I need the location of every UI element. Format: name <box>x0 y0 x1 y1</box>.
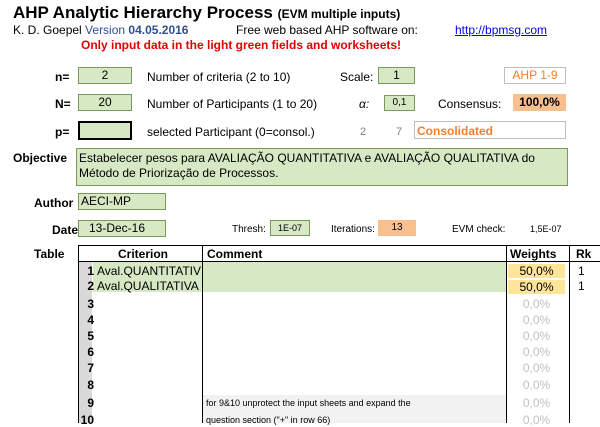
title-text: AHP Analytic Hierarchy Process <box>13 3 273 22</box>
row-number: 8 <box>87 378 94 392</box>
weight-cell: 0,0% <box>522 313 551 327</box>
row-number: 1 <box>87 264 94 278</box>
weight-cell: 0,0% <box>522 297 551 311</box>
weight-cell: 50,0% <box>508 280 565 294</box>
criterion-comment-divider <box>202 245 203 423</box>
rank-cell: 1 <box>578 264 585 278</box>
weight-cell: 0,0% <box>522 345 551 359</box>
row-number: 3 <box>87 297 94 311</box>
participant-number-1: 2 <box>360 126 367 138</box>
date-label: Date <box>52 223 79 237</box>
table-label: Table <box>34 247 65 261</box>
scale-name: AHP 1-9 <box>504 67 566 84</box>
weight-cell: 0,0% <box>522 361 551 375</box>
alpha-label: α: <box>359 97 370 111</box>
participant-number-2: 7 <box>396 126 403 138</box>
table-top-border <box>78 245 600 246</box>
warning-text: Only input data in the light green field… <box>81 38 402 52</box>
weight-cell: 0,0% <box>522 396 551 410</box>
author-version-line: K. D. Goepel Version 04.05.2016 <box>13 23 188 37</box>
comment-weights-divider <box>506 245 507 423</box>
author-label: Author <box>34 196 74 210</box>
p-label: p= <box>55 125 70 139</box>
thresh-label: Thresh: <box>232 224 266 235</box>
p-input[interactable] <box>78 121 132 140</box>
iterations-value: 13 <box>378 220 416 236</box>
author-credit: K. D. Goepel <box>13 23 82 37</box>
web-text: Free web based AHP software on: <box>236 23 418 37</box>
date-input[interactable]: 13-Dec-16 <box>78 220 166 237</box>
objective-input[interactable]: Estabelecer pesos para AVALIAÇÃO QUANTIT… <box>76 148 568 186</box>
weight-cell: 0,0% <box>522 329 551 343</box>
version-date: 04.05.2016 <box>128 23 189 37</box>
version-label: Version <box>85 23 126 37</box>
rk-header: Rk <box>576 247 592 261</box>
alpha-input[interactable]: 0,1 <box>384 95 415 111</box>
weight-cell: 0,0% <box>522 413 551 427</box>
note-line-2: question section ("+" in row 66) <box>206 415 331 425</box>
comment-header: Comment <box>207 247 263 261</box>
title-suffix: (EVM multiple inputs) <box>277 7 401 21</box>
n-description: Number of criteria (2 to 10) <box>147 70 291 84</box>
comment-green-cells <box>203 262 506 292</box>
criterion-cell[interactable]: Aval.QUANTITATIV <box>97 264 201 278</box>
consensus-label: Consensus: <box>438 97 502 111</box>
weights-rk-divider <box>569 245 570 423</box>
web-link[interactable]: http://bpmsg.com <box>455 23 547 37</box>
row-number: 5 <box>87 329 94 343</box>
rank-cell: 1 <box>578 279 585 293</box>
criterion-cell[interactable]: Aval.QUALITATIVA <box>97 279 201 293</box>
n-label: n= <box>55 70 70 84</box>
note-line-1: for 9&10 unprotect the input sheets and … <box>206 398 411 408</box>
header-bottom-border <box>78 261 600 262</box>
row-number: 6 <box>87 345 94 359</box>
weight-cell: 0,0% <box>522 378 551 392</box>
row-number: 2 <box>87 279 94 293</box>
N-description: Number of Participants (1 to 20) <box>147 97 318 111</box>
row-number: 10 <box>80 413 94 427</box>
consensus-value: 100,0% <box>513 94 566 111</box>
iterations-label: Iterations: <box>331 224 375 235</box>
n-input[interactable]: 2 <box>78 67 132 84</box>
row-number: 9 <box>87 396 94 410</box>
app-title: AHP Analytic Hierarchy Process (EVM mult… <box>13 3 400 23</box>
row-number: 7 <box>87 361 94 375</box>
evm-check-label: EVM check: <box>452 224 506 235</box>
author-input[interactable]: AECI-MP <box>78 193 166 210</box>
row-number: 4 <box>87 313 94 327</box>
scale-input[interactable]: 1 <box>378 67 415 84</box>
scale-label: Scale: <box>340 70 374 84</box>
participant-status: Consolidated <box>414 121 566 139</box>
p-description: selected Participant (0=consol.) <box>147 125 315 139</box>
weight-cell: 50,0% <box>508 264 565 278</box>
N-label: N= <box>55 97 71 111</box>
N-input[interactable]: 20 <box>78 94 132 111</box>
evm-check-value: 1,5E-07 <box>530 224 562 234</box>
criterion-header: Criterion <box>118 247 169 261</box>
thresh-input[interactable]: 1E-07 <box>270 220 310 236</box>
objective-label: Objective <box>13 151 68 165</box>
weights-header: Weights <box>510 247 557 261</box>
